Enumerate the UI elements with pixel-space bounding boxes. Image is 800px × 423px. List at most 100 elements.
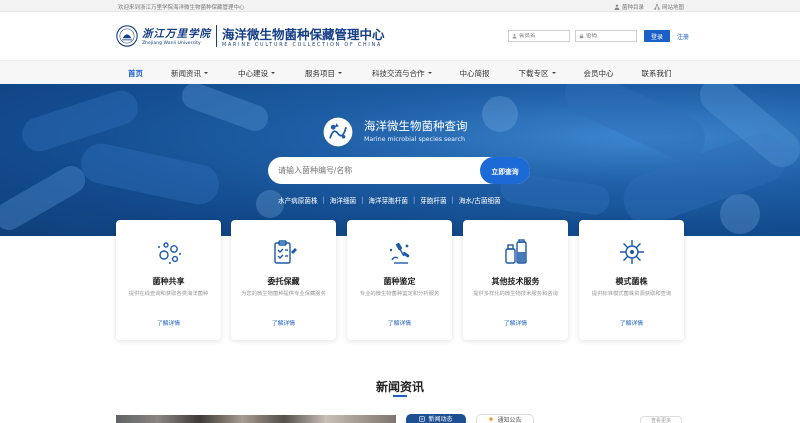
school-name-en: Zhejiang Wanli University [142,41,201,46]
nav-item-label: 新闻资讯 [171,68,201,78]
news-featured-image[interactable] [116,415,396,423]
learn-more-link[interactable]: 了解详情 [231,318,336,327]
title-underline [393,395,407,397]
quick-tag[interactable]: 海洋细菌 [330,195,356,205]
nav-item-label: 联系我们 [641,68,672,78]
password-input[interactable] [586,33,636,39]
service-card-type-strains[interactable]: 模式菌株 提供标准模式菌株资源获取和查询 了解详情 [579,220,684,340]
nav-item-label: 会员中心 [583,68,614,78]
nav-item-label: 服务项目 [305,68,335,78]
university-seal-icon [116,25,138,47]
service-desc: 提供多样化的微生物技术服务和咨询 [473,291,558,297]
service-card-sharing[interactable]: 菌种共享 提供在线查询和获取各类海洋菌种 了解详情 [116,220,221,340]
quick-tag[interactable]: 水产病原菌株 [278,195,318,205]
login-button[interactable]: 登录 [644,30,670,42]
nav-item-center[interactable]: 中心建设 [238,68,275,79]
clipboard-icon [274,240,297,264]
chevron-down-icon [271,72,275,74]
password-field[interactable] [575,30,637,42]
hero-subtitle: Marine microbial species search [364,136,465,143]
school-name-cn: 浙江万里学院 [142,28,211,40]
service-title: 菌种共享 [152,277,185,286]
site-logo[interactable]: 浙江万里学院 Zhejiang Wanli University 海洋微生物菌种… [116,24,385,48]
service-desc: 专业的微生物菌种鉴定和分析服务 [359,291,440,297]
service-title: 委托保藏 [267,277,300,286]
species-search-box: 立即查询 [268,157,530,184]
microbe-search-logo-icon [323,117,353,147]
chevron-down-icon [551,72,556,74]
tab-notices[interactable]: 通知公告 [476,414,534,423]
learn-more-link[interactable]: 了解详情 [463,318,568,327]
top-link-sitemap-label: 网站地图 [661,4,684,11]
nav-item-exchange[interactable]: 科技交流与合作 [372,68,432,79]
nav-item-members[interactable]: 会员中心 [584,68,614,79]
tag-divider: | [361,196,364,204]
nav-item-news[interactable]: 新闻资讯 [171,68,208,79]
sitemap-icon [654,3,660,10]
learn-more-link[interactable]: 了解详情 [347,318,452,327]
service-card-deposit[interactable]: 委托保藏 为您的微生物菌种提供专业保藏服务 了解详情 [231,220,336,340]
quick-tag[interactable]: 海水/古菌细菌 [459,195,501,205]
tab-news-label: 新闻动态 [428,416,453,423]
top-link-catalog[interactable]: 菌种目录 [614,3,644,11]
service-card-identification[interactable]: 菌种鉴定 专业的微生物菌种鉴定和分析服务 了解详情 [347,220,452,340]
species-search-input[interactable] [278,163,478,178]
nav-item-bulletin[interactable]: 中心简报 [460,68,490,79]
search-button[interactable]: 立即查询 [480,157,530,184]
news-section-title: 新闻资讯 [375,380,424,394]
lock-icon [579,33,584,39]
service-title: 其他技术服务 [491,277,540,286]
view-more-button[interactable]: 查看更多 [640,416,682,423]
bubbles-icon [158,242,181,264]
center-name-cn: 海洋微生物菌种保藏管理中心 [222,27,385,42]
tag-divider: | [451,196,454,204]
top-links: 菌种目录 网站地图 [614,3,684,11]
learn-more-link[interactable]: 了解详情 [579,318,684,327]
service-desc: 提供在线查询和获取各类海洋菌种 [128,291,209,297]
welcome-text: 欢迎来到浙江万里学院海洋微生物菌种保藏管理中心 [118,4,245,11]
service-desc: 提供标准模式菌株资源获取和查询 [591,291,672,297]
virus-icon [620,240,644,264]
service-title: 模式菌株 [615,277,648,286]
tag-divider: | [412,196,416,204]
news-icon [419,415,426,422]
nav-item-home[interactable]: 首页 [128,68,143,79]
quick-tags: 水产病原菌株 | 海洋细菌 | 海洋芽胞杆菌 | 芽胞杆菌 | 海水/古菌细菌 [278,195,501,205]
chevron-down-icon [338,72,342,74]
tag-divider: | [322,196,325,204]
chevron-down-icon [204,72,208,74]
top-strip: 欢迎来到浙江万里学院海洋微生物菌种保藏管理中心 菌种目录 网站地图 [0,0,800,12]
nav-item-label: 中心简报 [459,68,490,78]
service-desc: 为您的微生物菌种提供专业保藏服务 [241,291,326,297]
nav-item-label: 中心建设 [238,68,268,78]
person-icon [614,4,620,10]
nav-item-contact[interactable]: 联系我们 [642,68,672,79]
service-title: 菌种鉴定 [383,277,416,286]
logo-divider [216,25,217,47]
learn-more-link[interactable]: 了解详情 [116,318,221,327]
nav-item-label: 科技交流与合作 [372,68,425,78]
tab-notices-label: 通知公告 [497,416,522,423]
top-link-catalog-label: 菌种目录 [621,4,644,11]
bell-icon [489,417,494,422]
register-link[interactable]: 注册 [677,32,689,41]
chevron-down-icon [427,72,432,74]
quick-tag[interactable]: 芽胞杆菌 [420,195,446,205]
user-icon [512,34,517,39]
tab-news[interactable]: 新闻动态 [406,414,466,423]
username-input[interactable] [519,33,569,39]
bottles-icon [505,239,527,264]
main-nav: 首页 新闻资讯 中心建设 服务项目 科技交流与合作 中心简报 下载专区 会员中心… [0,60,800,84]
quick-tag[interactable]: 海洋芽胞杆菌 [368,195,408,205]
nav-item-services[interactable]: 服务项目 [305,68,342,79]
service-card-technical[interactable]: 其他技术服务 提供多样化的微生物技术服务和咨询 了解详情 [463,220,568,340]
nav-item-label: 首页 [128,68,143,78]
username-field[interactable] [508,30,570,42]
microscope-icon [389,242,410,264]
center-name-en: MARINE CULTURE COLLECTION OF CHINA [222,43,383,48]
login-form: 登录 注册 [508,30,689,42]
nav-item-downloads[interactable]: 下载专区 [519,68,556,79]
top-link-sitemap[interactable]: 网站地图 [654,3,684,11]
nav-item-label: 下载专区 [518,68,549,78]
hero-title: 海洋微生物菌种查询 [364,119,468,133]
